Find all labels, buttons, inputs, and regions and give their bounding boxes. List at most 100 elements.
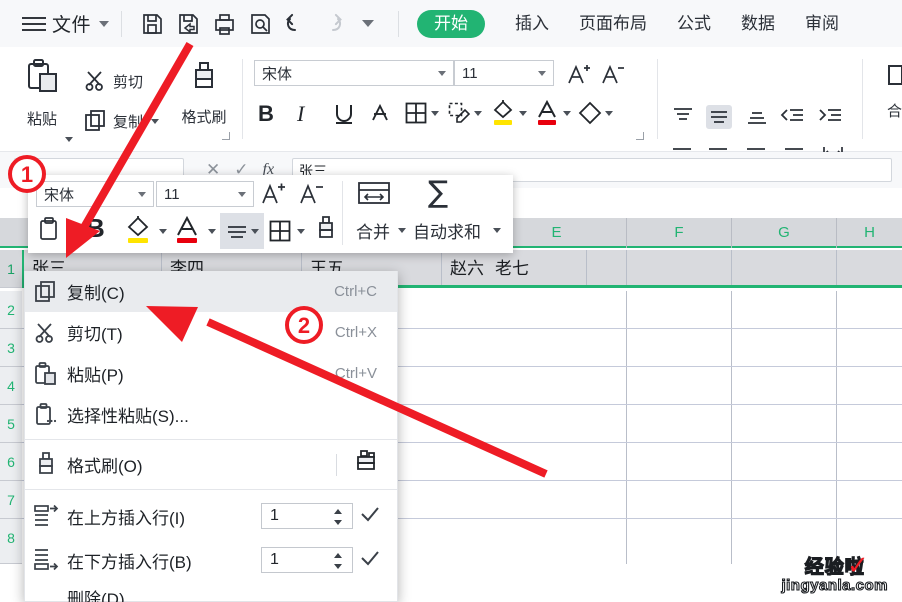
cell-f4[interactable] — [627, 367, 732, 404]
undo-icon[interactable] — [281, 9, 311, 39]
mini-autosum-dropdown-icon[interactable] — [493, 228, 501, 233]
row-header-2[interactable]: 2 — [0, 291, 22, 329]
cell-f8[interactable] — [627, 519, 732, 564]
tab-home[interactable]: 开始 — [417, 9, 486, 38]
cell-e3[interactable] — [487, 329, 627, 366]
chevron-down-icon[interactable] — [438, 70, 446, 76]
grow-font-button[interactable] — [566, 62, 592, 86]
cell-e1[interactable]: 老七 — [487, 250, 627, 285]
insert-row-above-stepper[interactable]: 1 — [261, 503, 353, 529]
font-size-select[interactable]: 11 — [454, 60, 554, 86]
cell-e8[interactable] — [487, 519, 627, 564]
mini-align-dropdown-icon[interactable] — [251, 229, 259, 234]
stepper-arrows[interactable] — [331, 506, 345, 533]
mini-font-color-dropdown-icon[interactable] — [208, 229, 216, 234]
cell-f6[interactable] — [627, 443, 732, 480]
copy-button[interactable]: 复制 — [84, 109, 160, 133]
paste-button[interactable]: 粘贴 — [14, 57, 70, 129]
italic-button[interactable]: I — [297, 101, 304, 127]
row-header-6[interactable]: 6 — [0, 443, 22, 481]
menu-item-insert-row-above[interactable]: 在上方插入行(I) 1 — [25, 494, 397, 538]
tab-formulas[interactable]: 公式 — [677, 15, 711, 32]
align-bottom-button[interactable] — [744, 105, 770, 129]
cell-h7[interactable] — [837, 481, 902, 518]
mini-format-painter-button[interactable] — [313, 215, 339, 250]
insert-row-above-confirm-icon[interactable] — [359, 504, 385, 529]
file-menu-button[interactable]: 文件 — [52, 10, 91, 37]
menu-item-format-painter[interactable]: 格式刷(O) — [25, 444, 397, 485]
cut-button[interactable]: 剪切 — [84, 69, 143, 93]
cell-h5[interactable] — [837, 405, 902, 442]
cell-h1[interactable] — [837, 250, 902, 285]
mini-row-height-button[interactable] — [356, 179, 392, 214]
stepper-arrows[interactable] — [331, 550, 345, 577]
cell-h6[interactable] — [837, 443, 902, 480]
chevron-down-icon[interactable] — [99, 20, 110, 27]
menu-item-delete[interactable]: 删除(D) — [25, 582, 397, 602]
column-header-g[interactable]: G — [732, 218, 837, 248]
cell-e2[interactable] — [487, 291, 627, 328]
insert-row-below-confirm-icon[interactable] — [359, 548, 385, 573]
mini-font-size-select[interactable]: 11 — [156, 181, 254, 207]
fill-color-button[interactable] — [490, 99, 527, 127]
paste-dropdown-icon[interactable] — [65, 137, 73, 142]
fill-color-dropdown-icon[interactable] — [519, 110, 527, 116]
cell-e6[interactable] — [487, 443, 627, 480]
print-icon[interactable] — [209, 9, 239, 39]
cell-h2[interactable] — [837, 291, 902, 328]
decrease-indent-button[interactable] — [780, 105, 806, 129]
clear-format-dropdown-icon[interactable] — [605, 110, 613, 116]
mini-autosum-icon[interactable]: ∑ — [428, 177, 448, 209]
bold-button[interactable]: B — [258, 101, 274, 127]
chevron-down-icon[interactable] — [138, 191, 146, 197]
mini-merge-dropdown-icon[interactable] — [398, 228, 406, 233]
tab-data[interactable]: 数据 — [741, 15, 775, 32]
insert-row-below-stepper[interactable]: 1 — [261, 547, 353, 573]
mini-fill-color-button[interactable] — [124, 215, 152, 250]
font-color-dropdown-icon[interactable] — [563, 110, 571, 116]
strikethrough-button[interactable] — [368, 101, 392, 127]
mini-font-color-button[interactable] — [173, 215, 201, 250]
menu-item-paste[interactable]: 粘贴(P) Ctrl+V — [25, 353, 397, 394]
row-header-1[interactable]: 1 — [0, 250, 22, 288]
menu-item-copy[interactable]: 复制(C) Ctrl+C — [25, 271, 397, 312]
cell-f7[interactable] — [627, 481, 732, 518]
row-header-8[interactable]: 8 — [0, 519, 22, 564]
cell-f5[interactable] — [627, 405, 732, 442]
cell-g5[interactable] — [732, 405, 837, 442]
cell-f2[interactable] — [627, 291, 732, 328]
mini-shrink-font-button[interactable] — [298, 181, 326, 212]
redo-icon[interactable] — [317, 9, 347, 39]
cell-e7[interactable] — [487, 481, 627, 518]
tab-review[interactable]: 审阅 — [805, 15, 839, 32]
cell-g2[interactable] — [732, 291, 837, 328]
tab-insert[interactable]: 插入 — [515, 15, 549, 32]
row-header-4[interactable]: 4 — [0, 367, 22, 405]
menu-item-cut[interactable]: 剪切(T) Ctrl+X — [25, 312, 397, 353]
column-header-f[interactable]: F — [627, 218, 732, 248]
customize-quick-access-icon[interactable] — [353, 9, 383, 39]
copy-dropdown-icon[interactable] — [151, 118, 160, 124]
shrink-font-button[interactable] — [600, 62, 626, 86]
column-header-h[interactable]: H — [837, 218, 902, 248]
cell-f1[interactable] — [627, 250, 732, 285]
borders-button[interactable] — [404, 101, 439, 125]
borders-dropdown-icon[interactable] — [431, 110, 439, 116]
cell-g4[interactable] — [732, 367, 837, 404]
font-dialog-launcher[interactable] — [636, 132, 644, 140]
cell-h4[interactable] — [837, 367, 902, 404]
cell-g3[interactable] — [732, 329, 837, 366]
merge-button[interactable]: 合并 — [874, 59, 902, 121]
increase-indent-button[interactable] — [818, 105, 844, 129]
cell-e5[interactable] — [487, 405, 627, 442]
mini-autosum-button[interactable]: 自动求和 — [413, 218, 481, 243]
mini-merge-button[interactable]: 合并 — [356, 218, 390, 243]
format-painter-double-icon[interactable] — [353, 449, 379, 480]
font-color-button[interactable] — [534, 99, 571, 127]
mini-borders-dropdown-icon[interactable] — [297, 229, 305, 234]
align-top-button[interactable] — [670, 105, 696, 129]
save-icon[interactable] — [137, 9, 167, 39]
mini-paste-button[interactable] — [38, 217, 60, 246]
row-header-3[interactable]: 3 — [0, 329, 22, 367]
align-middle-button[interactable] — [706, 105, 732, 129]
